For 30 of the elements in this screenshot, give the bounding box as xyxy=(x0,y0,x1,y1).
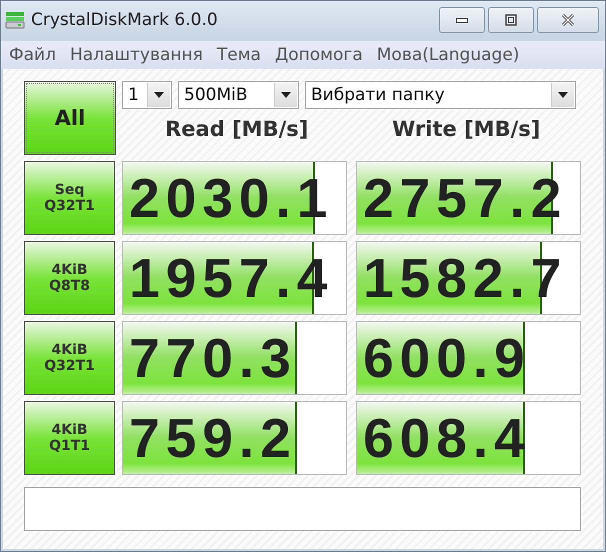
result-value: 600.9 xyxy=(363,326,531,390)
test-button[interactable]: 4KiB Q1T1 xyxy=(24,401,116,475)
menu-item[interactable]: Файл xyxy=(9,45,56,65)
comment-field[interactable] xyxy=(24,487,581,531)
window-title: CrystalDiskMark 6.0.0 xyxy=(31,10,219,30)
result-value: 759.2 xyxy=(129,406,297,470)
dropdown[interactable]: 500MiB xyxy=(178,81,299,109)
caret-icon xyxy=(281,92,291,98)
menu-item[interactable]: Допомога xyxy=(274,45,363,65)
result-value: 770.3 xyxy=(129,326,297,390)
caret-icon xyxy=(558,92,568,98)
caret-icon xyxy=(154,92,164,98)
maximize-icon xyxy=(504,13,518,27)
all-button[interactable]: All xyxy=(24,81,116,155)
close-button[interactable] xyxy=(537,7,599,33)
column-header: Write [MB/s] xyxy=(391,117,542,141)
test-button[interactable]: 4KiB Q32T1 xyxy=(24,321,116,395)
menu-item[interactable]: Мова(Language) xyxy=(376,45,520,65)
test-button[interactable]: Seq Q32T1 xyxy=(24,161,116,235)
dropdown[interactable]: 1 xyxy=(122,81,172,109)
menu-item[interactable]: Налаштування xyxy=(70,45,203,65)
menu-item[interactable]: Тема xyxy=(216,45,261,65)
dropdown[interactable]: Вибрати папку xyxy=(305,81,576,109)
maximize-button[interactable] xyxy=(488,7,534,33)
app-icon xyxy=(5,10,25,30)
column-header: Read [MB/s] xyxy=(164,117,310,141)
test-button[interactable]: 4KiB Q8T8 xyxy=(24,241,116,315)
minimize-button[interactable] xyxy=(439,7,485,33)
close-icon xyxy=(561,13,575,27)
minimize-icon xyxy=(456,18,468,22)
